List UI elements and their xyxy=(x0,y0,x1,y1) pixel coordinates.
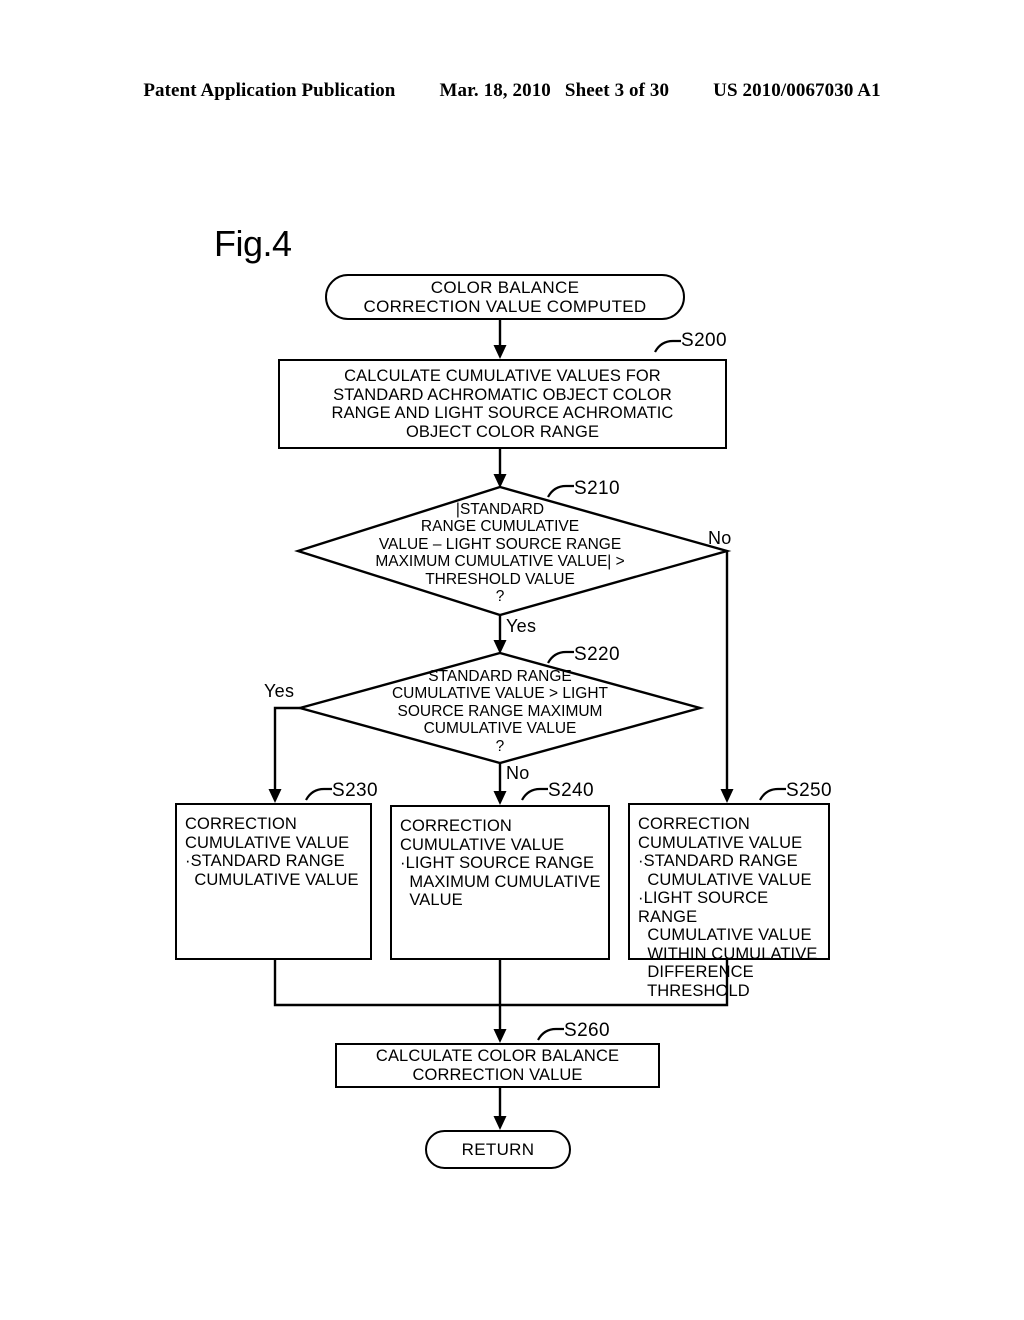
end-terminator-return[interactable]: RETURN xyxy=(425,1130,571,1169)
s210-no-label: No xyxy=(708,528,732,548)
process-s250[interactable]: CORRECTION CUMULATIVE VALUE ·STANDARD RA… xyxy=(628,803,830,1000)
step-number-s210: S210 xyxy=(574,478,620,499)
start-line-1: COLOR BALANCE xyxy=(430,278,580,297)
s200-line-3: RANGE AND LIGHT SOURCE ACHROMATIC xyxy=(331,404,674,422)
step-number-s200: S200 xyxy=(681,330,727,351)
s200-line-4: OBJECT COLOR RANGE xyxy=(405,422,600,441)
s230-line-4: CUMULATIVE VALUE xyxy=(185,870,359,889)
process-s240[interactable]: CORRECTION CUMULATIVE VALUE ·LIGHT SOURC… xyxy=(390,805,610,960)
s210-yes-label: Yes xyxy=(506,616,537,636)
step-number-s250: S250 xyxy=(786,780,832,801)
start-line-2: CORRECTION VALUE COMPUTED xyxy=(363,297,647,316)
s260-line-2: CORRECTION VALUE xyxy=(412,1065,583,1084)
s230-line-1: CORRECTION xyxy=(185,815,297,833)
s250-line-3: ·STANDARD RANGE xyxy=(638,852,798,870)
s240-line-5: VALUE xyxy=(400,891,463,909)
start-terminator[interactable]: COLOR BALANCE CORRECTION VALUE COMPUTED xyxy=(325,274,685,320)
s250-line-8: DIFFERENCE xyxy=(638,963,754,981)
process-s260[interactable]: CALCULATE COLOR BALANCE CORRECTION VALUE xyxy=(335,1043,660,1088)
step-number-s260: S260 xyxy=(564,1020,610,1041)
s260-line-1: CALCULATE COLOR BALANCE xyxy=(375,1047,620,1065)
s200-line-2: STANDARD ACHROMATIC OBJECT COLOR xyxy=(333,385,672,404)
s220-diamond-outline xyxy=(295,651,705,765)
s240-line-2: CUMULATIVE VALUE xyxy=(400,835,565,854)
step-number-s240: S240 xyxy=(548,780,594,801)
s250-line-1: CORRECTION xyxy=(638,815,750,833)
s220-no-label: No xyxy=(506,763,530,783)
s250-line-7: WITHIN CUMULATIVE xyxy=(638,944,818,963)
s240-line-1: CORRECTION xyxy=(400,817,512,835)
process-s230[interactable]: CORRECTION CUMULATIVE VALUE ·STANDARD RA… xyxy=(175,803,372,960)
process-s200[interactable]: CALCULATE CUMULATIVE VALUES FOR STANDARD… xyxy=(278,359,727,449)
s240-line-3: ·LIGHT SOURCE RANGE xyxy=(400,854,595,872)
step-number-s230: S230 xyxy=(332,780,378,801)
s250-line-5: ·LIGHT SOURCE RANGE xyxy=(638,889,769,926)
s250-line-6: CUMULATIVE VALUE xyxy=(638,926,812,944)
s210-diamond-outline xyxy=(294,485,732,617)
s230-line-2: CUMULATIVE VALUE xyxy=(185,833,350,852)
s250-line-2: CUMULATIVE VALUE xyxy=(638,833,803,852)
s250-line-4: CUMULATIVE VALUE xyxy=(638,870,812,889)
s240-line-4: MAXIMUM CUMULATIVE xyxy=(400,872,601,891)
s230-line-3: ·STANDARD RANGE xyxy=(185,852,345,870)
s220-yes-label: Yes xyxy=(264,681,295,701)
s250-line-9: THRESHOLD xyxy=(638,981,750,1000)
step-number-s220: S220 xyxy=(574,644,620,665)
flowchart-figure: Fig.4 COLOR BALANCE CORRECTION VALUE COM… xyxy=(0,0,1024,1320)
flowchart-connectors xyxy=(268,318,786,1130)
return-label: RETURN xyxy=(461,1140,535,1159)
s200-line-1: CALCULATE CUMULATIVE VALUES FOR xyxy=(344,367,661,385)
